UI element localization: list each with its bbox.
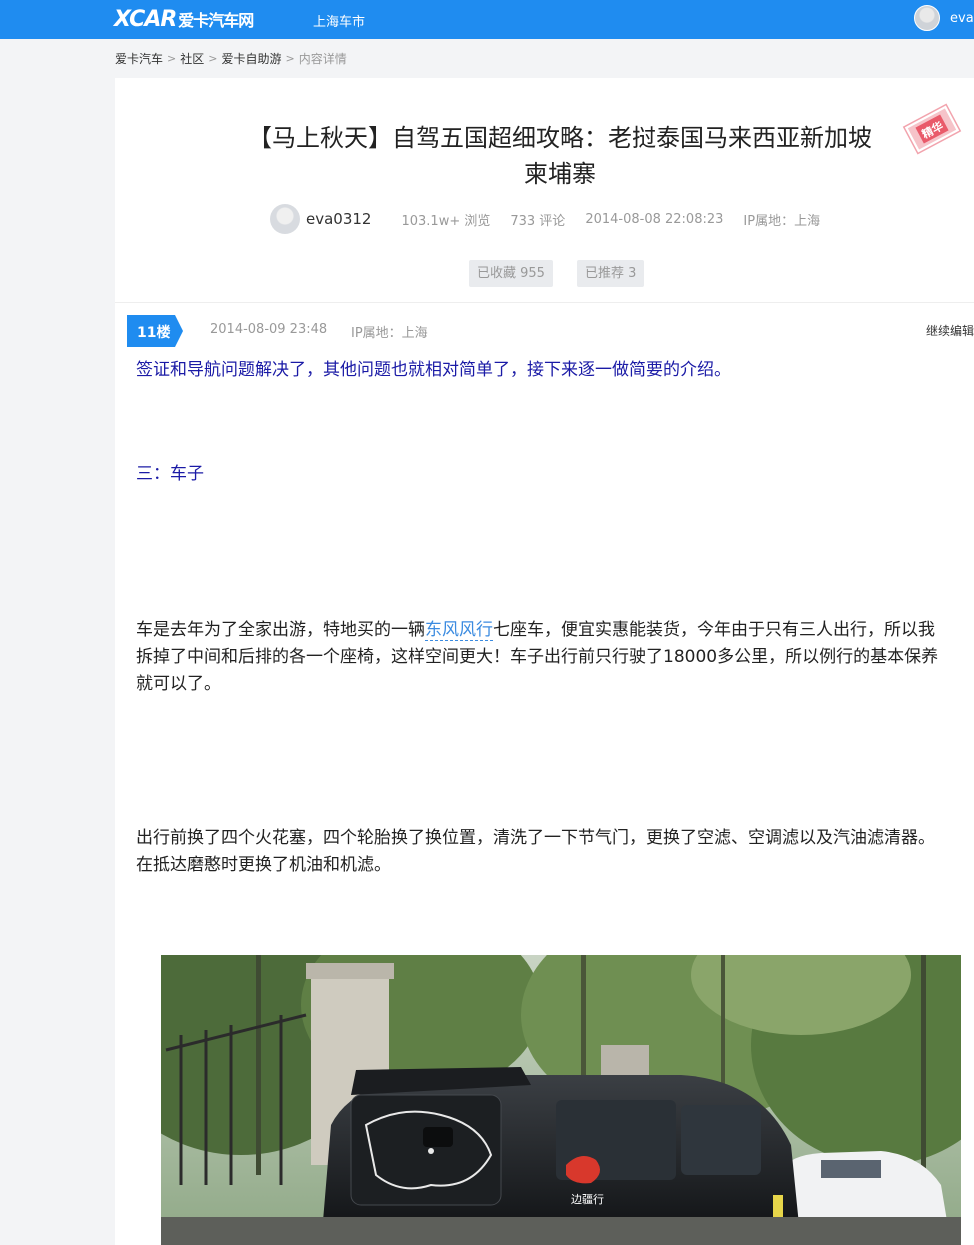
user-menu[interactable]: eva bbox=[914, 5, 974, 31]
comment-count[interactable]: 733 评论 bbox=[510, 210, 565, 229]
user-avatar[interactable] bbox=[914, 5, 940, 31]
chevron-right-icon: > bbox=[285, 52, 295, 65]
chevron-right-icon: > bbox=[208, 52, 218, 65]
site-logo[interactable]: XCAR 爱卡汽车网 bbox=[114, 6, 254, 32]
floor-datetime: 2014-08-09 23:48 bbox=[210, 322, 328, 337]
author-name[interactable]: eva0312 bbox=[306, 210, 371, 228]
paragraph-3-line2: 拆掉了中间和后排的各一个座椅，这样空间更大！车子出行前只行驶了18000多公里，… bbox=[136, 647, 939, 667]
post-title-line2: 柬埔寨 bbox=[524, 160, 596, 188]
city-market-link[interactable]: 上海车市 bbox=[313, 11, 365, 30]
post-title-line1: 【马上秋天】自驾五国超细攻略：老挝泰国马来西亚新加坡 bbox=[248, 124, 872, 152]
paragraph-4-line1: 出行前换了四个火花塞，四个轮胎换了换位置，清洗了一下节气门，更换了空滤、空调滤以… bbox=[136, 828, 935, 848]
divider bbox=[115, 302, 974, 303]
top-nav: XCAR 爱卡汽车网 上海车市 eva bbox=[0, 0, 974, 39]
paragraph-3: 车是去年为了全家出游，特地买的一辆东风风行七座车，便宜实惠能装货，今年由于只有三… bbox=[136, 617, 935, 644]
post-datetime: 2014-08-08 22:08:23 bbox=[585, 211, 724, 227]
paragraph-3-line3: 就可以了。 bbox=[136, 674, 221, 694]
post-ip-location: IP属地：上海 bbox=[743, 213, 821, 229]
paragraph-4-line2: 在抵达磨憨时更换了机油和机滤。 bbox=[136, 855, 391, 875]
car-model-link[interactable]: 东风风行 bbox=[425, 620, 493, 641]
logo-mark: XCAR bbox=[114, 6, 177, 32]
favorite-button[interactable]: 已收藏 955 bbox=[469, 260, 553, 287]
paragraph-1: 签证和导航问题解决了，其他问题也就相对简单了，接下来逐一做简要的介绍。 bbox=[136, 360, 731, 380]
paragraph-3-text-b: 七座车，便宜实惠能装货，今年由于只有三人出行，所以我 bbox=[493, 620, 935, 640]
user-name[interactable]: eva bbox=[950, 11, 974, 26]
featured-badge-icon: 精华 bbox=[902, 103, 962, 155]
post-title: 【马上秋天】自驾五国超细攻略：老挝泰国马来西亚新加坡 柬埔寨 bbox=[115, 120, 974, 192]
floor-ip-location: IP属地：上海 bbox=[351, 326, 428, 341]
post-meta: eva0312 103.1w+ 浏览 733 评论 2014-08-08 22:… bbox=[270, 203, 840, 235]
continue-edit-link[interactable]: 继续编辑 bbox=[926, 322, 974, 339]
post-actions: 已收藏 955 已推荐 3 bbox=[469, 260, 668, 287]
logo-text: 爱卡汽车网 bbox=[178, 11, 254, 30]
recommend-button[interactable]: 已推荐 3 bbox=[576, 260, 645, 287]
author-avatar[interactable] bbox=[270, 204, 300, 234]
paragraph-2: 三：车子 bbox=[136, 464, 204, 484]
view-count: 103.1w+ 浏览 bbox=[401, 213, 491, 229]
post-photo[interactable]: 边疆行 bbox=[161, 955, 961, 1245]
breadcrumb-home[interactable]: 爱卡汽车 bbox=[115, 50, 163, 67]
breadcrumb: 爱卡汽车 > 社区 > 爱卡自助游 > 内容详情 bbox=[115, 50, 347, 67]
chevron-right-icon: > bbox=[167, 52, 177, 65]
floor-tag bbox=[127, 315, 183, 347]
breadcrumb-community[interactable]: 社区 bbox=[180, 50, 204, 67]
paragraph-3-text-a: 车是去年为了全家出游，特地买的一辆 bbox=[136, 620, 425, 640]
breadcrumb-forum[interactable]: 爱卡自助游 bbox=[221, 50, 281, 67]
car-photo-illustration: 边疆行 bbox=[161, 955, 961, 1245]
breadcrumb-current: 内容详情 bbox=[298, 52, 347, 66]
photo-sticker-text: 边疆行 bbox=[571, 1193, 604, 1206]
post-card: 【马上秋天】自驾五国超细攻略：老挝泰国马来西亚新加坡 柬埔寨 精华 eva031… bbox=[115, 78, 974, 1245]
